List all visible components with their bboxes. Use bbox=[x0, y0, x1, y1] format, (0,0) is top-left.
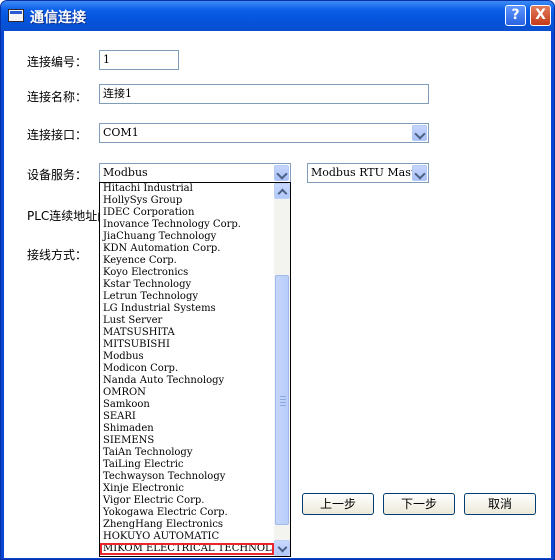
dropdown-item[interactable]: JiaChuang Technology bbox=[100, 231, 274, 243]
dropdown-item[interactable]: LG Industrial Systems bbox=[100, 303, 274, 315]
close-button[interactable]: X bbox=[530, 5, 551, 26]
dropdown-item[interactable]: Lust Server bbox=[100, 315, 274, 327]
dialog-body: 连接编号： 1 连接名称： 连接1 连接接口： COM1 设备服务： Modbu… bbox=[4, 31, 551, 558]
conn-port-select[interactable]: COM1 bbox=[99, 123, 429, 143]
dropdown-item[interactable]: Inovance Technology Corp. bbox=[100, 219, 274, 231]
dropdown-item[interactable]: IDEC Corporation bbox=[100, 207, 274, 219]
dropdown-item[interactable]: Kstar Technology bbox=[100, 279, 274, 291]
window-icon bbox=[8, 9, 24, 22]
dropdown-item[interactable]: Hitachi Industrial bbox=[100, 183, 274, 195]
wiring-label: 接线方式： bbox=[27, 248, 88, 262]
dropdown-item[interactable]: KDN Automation Corp. bbox=[100, 243, 274, 255]
dropdown-list: Hitachi Industrial HollySys Group IDEC Cor… bbox=[100, 183, 274, 556]
device-service-select[interactable]: Modbus bbox=[99, 163, 291, 183]
protocol-value: Modbus RTU Master bbox=[311, 166, 428, 179]
help-button[interactable]: ? bbox=[505, 5, 526, 26]
cancel-button[interactable]: 取消 bbox=[464, 493, 536, 515]
dropdown-item[interactable]: Modicon Corp. bbox=[100, 363, 274, 375]
dropdown-item[interactable]: OMRON bbox=[100, 387, 274, 399]
conn-number-label: 连接编号： bbox=[27, 55, 88, 69]
conn-port-value: COM1 bbox=[103, 126, 139, 139]
dropdown-item[interactable]: Letrun Technology bbox=[100, 291, 274, 303]
dropdown-item[interactable]: HOKUYO AUTOMATIC bbox=[100, 531, 274, 543]
protocol-select[interactable]: Modbus RTU Master bbox=[307, 163, 429, 183]
dropdown-item[interactable]: MITSUBISHI bbox=[100, 339, 274, 351]
plc-address-label: PLC连续地址间 bbox=[27, 209, 99, 223]
dropdown-scrollbar[interactable] bbox=[274, 183, 290, 556]
dropdown-item[interactable]: Samkoon bbox=[100, 399, 274, 411]
dropdown-item[interactable]: MATSUSHITA bbox=[100, 327, 274, 339]
chevron-down-icon[interactable] bbox=[412, 165, 427, 181]
dropdown-item[interactable]: Koyo Electronics bbox=[100, 267, 274, 279]
device-service-label: 设备服务： bbox=[27, 168, 88, 182]
dropdown-item[interactable]: Nanda Auto Technology bbox=[100, 375, 274, 387]
dropdown-item[interactable]: Keyence Corp. bbox=[100, 255, 274, 267]
dropdown-item[interactable]: MIKOM ELECTRICAL TECHNOLOGY bbox=[100, 543, 274, 555]
dropdown-item[interactable]: Shimaden bbox=[100, 423, 274, 435]
next-button[interactable]: 下一步 bbox=[383, 493, 455, 515]
dropdown-item[interactable]: Vigor Electric Corp. bbox=[100, 495, 274, 507]
device-service-value: Modbus bbox=[103, 166, 148, 179]
device-service-dropdown[interactable]: Hitachi Industrial HollySys Group IDEC Cor… bbox=[99, 182, 291, 557]
prev-button[interactable]: 上一步 bbox=[302, 493, 374, 515]
dropdown-item[interactable]: SEARI bbox=[100, 411, 274, 423]
conn-port-label: 连接接口： bbox=[27, 128, 88, 142]
scroll-up-button[interactable] bbox=[274, 183, 290, 199]
conn-number-input[interactable]: 1 bbox=[99, 50, 179, 70]
window-title: 通信连接 bbox=[30, 10, 86, 26]
conn-name-input[interactable]: 连接1 bbox=[99, 84, 429, 104]
conn-name-label: 连接名称： bbox=[27, 90, 88, 104]
dropdown-item[interactable]: SIEMENS bbox=[100, 435, 274, 447]
dialog-window: 通信连接 ? X 连接编号： 1 连接名称： 连接1 连接接口： COM1 设备… bbox=[0, 0, 555, 560]
dropdown-item[interactable]: Yokogawa Electric Corp. bbox=[100, 507, 274, 519]
title-bar[interactable]: 通信连接 ? X bbox=[1, 1, 554, 31]
dropdown-item[interactable]: Modbus bbox=[100, 351, 274, 363]
scroll-down-button[interactable] bbox=[274, 540, 290, 556]
dropdown-item[interactable]: Techwayson Technology bbox=[100, 471, 274, 483]
dropdown-item[interactable]: HollySys Group bbox=[100, 195, 274, 207]
chevron-down-icon[interactable] bbox=[412, 125, 427, 141]
dropdown-item[interactable]: Xinje Electronic bbox=[100, 483, 274, 495]
dropdown-item[interactable]: TaiAn Technology bbox=[100, 447, 274, 459]
dropdown-item[interactable]: TaiLing Electric bbox=[100, 459, 274, 471]
dropdown-item[interactable]: ZhengHang Electronics bbox=[100, 519, 274, 531]
scroll-thumb[interactable] bbox=[275, 275, 289, 525]
chevron-down-icon[interactable] bbox=[274, 165, 289, 181]
